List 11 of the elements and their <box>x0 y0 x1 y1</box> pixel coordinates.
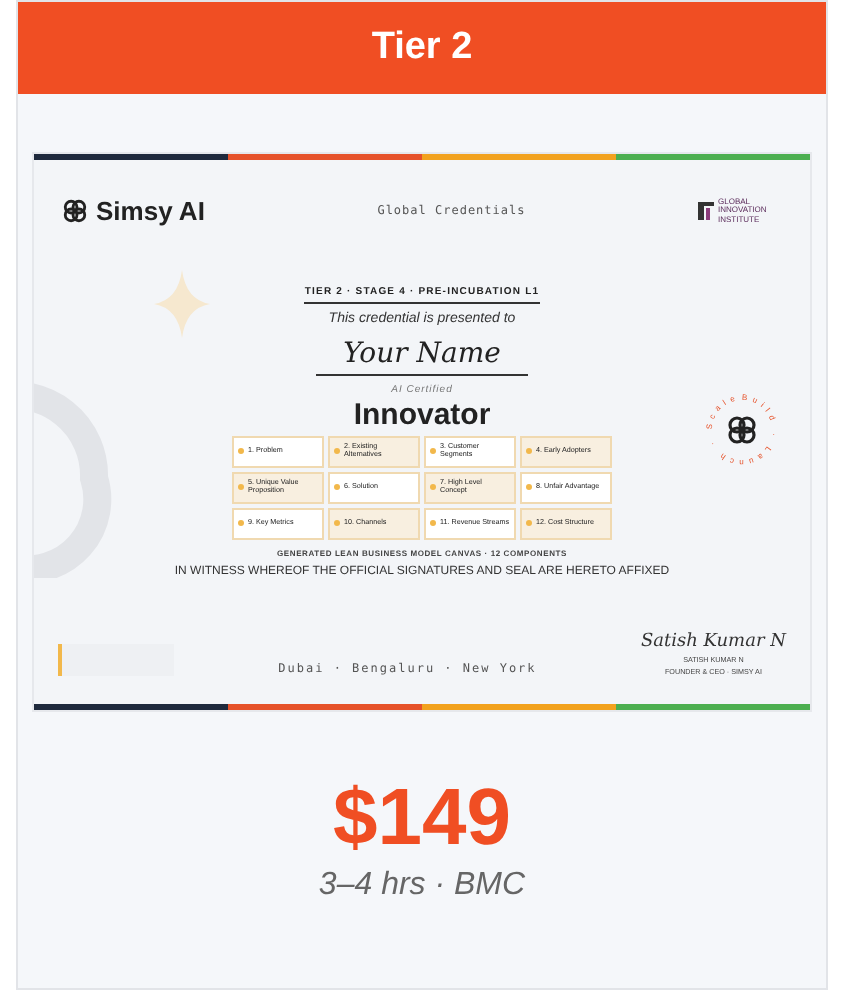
award-title: Innovator <box>353 397 491 431</box>
brand-name: Simsy AI <box>96 196 205 226</box>
sparkle-icon <box>154 270 210 338</box>
logo-icon <box>62 198 88 224</box>
recipient-name: Your Name <box>315 337 529 375</box>
credential-id-block <box>58 644 174 676</box>
signature: Satish Kumar N <box>640 632 786 652</box>
price: $149 <box>333 774 511 864</box>
duration-details: 3–4 hrs · BMC <box>318 868 526 904</box>
institute-logo-icon <box>698 201 714 220</box>
tier-header: Tier 2 <box>18 2 826 94</box>
